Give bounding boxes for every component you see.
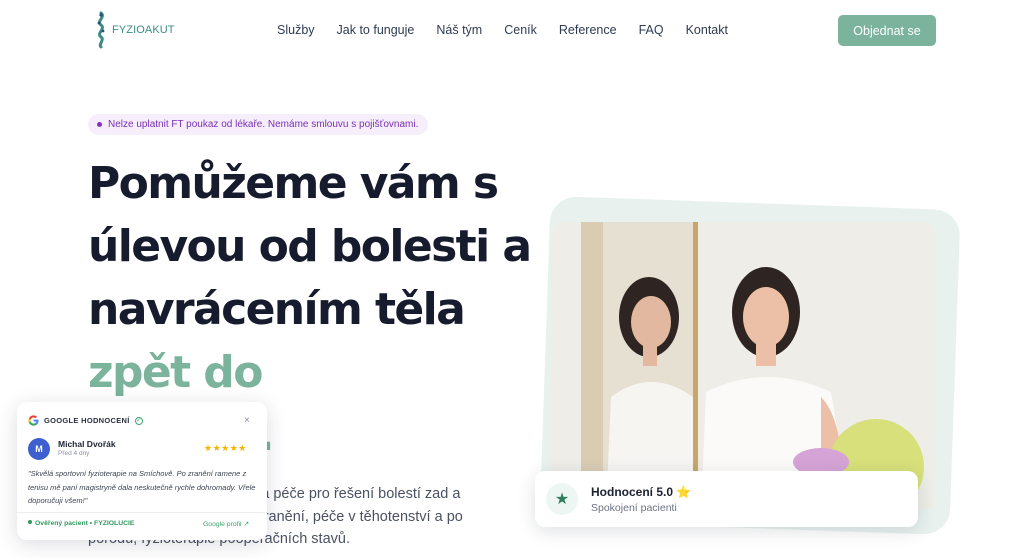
headline-accent-line-1: zpět do [88, 347, 263, 398]
rating-card: ★ Hodnocení 5.0 ⭐ Spokojení pacienti [535, 471, 918, 527]
insurance-notice-badge: Nelze uplatnit FT poukaz od lékaře. Nemá… [88, 114, 429, 135]
review-divider [17, 512, 267, 513]
review-text: "Skvělá sportovní fyzioterapie na Smícho… [28, 469, 256, 505]
review-stars: ★★★★★ [204, 443, 247, 453]
review-header: GOOGLE HODNOCENÍ ✓ [28, 415, 143, 426]
headline-line-2: úlevou od bolesti a [88, 221, 532, 272]
star-icon: ★ [546, 483, 578, 515]
main-nav: Služby Jak to funguje Náš tým Ceník Refe… [277, 22, 750, 38]
verified-patient-label: Ověřený pacient • FYZIOLUCIE [28, 520, 134, 527]
review-time: Před 4 dny [58, 450, 90, 457]
rating-subtitle: Spokojení pacienti [591, 502, 677, 514]
nav-item-sluzby[interactable]: Služby [277, 22, 315, 38]
headline-line-1: Pomůžeme vám s [88, 158, 499, 209]
site-header: FYZIOAKUT Služby Jak to funguje Náš tým … [0, 0, 1024, 62]
review-widget-title: GOOGLE HODNOCENÍ [44, 416, 130, 425]
nav-item-kontakt[interactable]: Kontakt [686, 22, 728, 38]
nav-item-cenik[interactable]: Ceník [504, 22, 537, 38]
reviewer-name: Michal Dvořák [58, 439, 116, 449]
reviewer-avatar: M [28, 438, 50, 460]
verified-check-icon: ✓ [134, 416, 143, 425]
google-review-widget: GOOGLE HODNOCENÍ ✓ × M Michal Dvořák Pře… [17, 402, 267, 540]
rating-title: Hodnocení 5.0 ⭐ [591, 485, 692, 499]
logo-text: FYZIOAKUT [112, 24, 175, 36]
headline-line-3: navrácením těla [88, 284, 466, 335]
google-profile-link[interactable]: Google profil ↗ [203, 520, 249, 528]
book-appointment-button[interactable]: Objednat se [838, 15, 936, 46]
nav-item-reference[interactable]: Reference [559, 22, 617, 38]
google-icon [28, 415, 39, 426]
therapist-photo-illustration [551, 222, 936, 510]
therapist-photo [551, 222, 936, 510]
nav-item-jak-to-funguje[interactable]: Jak to funguje [337, 22, 415, 38]
nav-item-faq[interactable]: FAQ [639, 22, 664, 38]
spine-logo-icon [97, 11, 105, 49]
close-icon[interactable]: × [244, 415, 250, 426]
logo[interactable]: FYZIOAKUT [93, 11, 175, 49]
nav-item-nas-tym[interactable]: Náš tým [436, 22, 482, 38]
